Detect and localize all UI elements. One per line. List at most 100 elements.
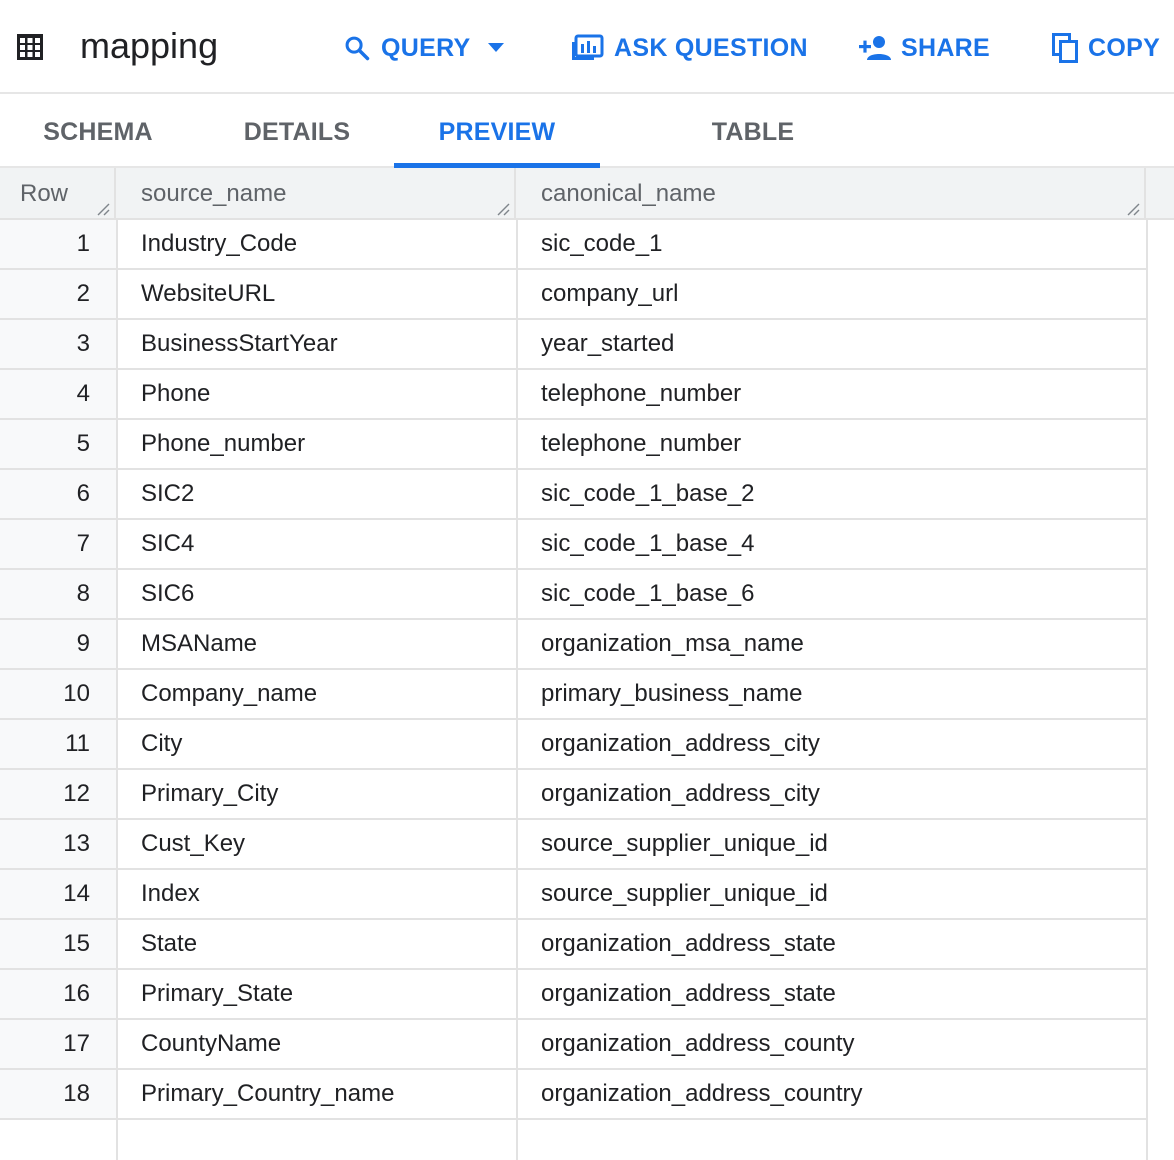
cell-canonical-name[interactable]: source_supplier_unique_id	[541, 820, 828, 868]
column-resize-handle[interactable]	[496, 202, 510, 216]
row-number: 8	[0, 570, 116, 618]
cell-source-name[interactable]: Cust_Key	[141, 820, 245, 868]
cell-source-name[interactable]: Company_name	[141, 670, 317, 718]
table-header-row: Row source_name canonical_name	[0, 168, 1174, 220]
table-row[interactable]: 11 City organization_address_city	[0, 720, 1146, 770]
table-row[interactable]: 14 Index source_supplier_unique_id	[0, 870, 1146, 920]
cell-canonical-name[interactable]: sic_code_1_base_4	[541, 520, 755, 568]
copy-label: COPY	[1088, 33, 1161, 62]
cell-source-name[interactable]: Phone	[141, 370, 210, 418]
row-number: 2	[0, 270, 116, 318]
table-row[interactable]: 12 Primary_City organization_address_city	[0, 770, 1146, 820]
cell-source-name[interactable]: Phone_number	[141, 420, 305, 468]
tab-bar: SCHEMA DETAILS PREVIEW TABLE EXPLORER	[0, 94, 1174, 222]
cell-source-name[interactable]: Primary_City	[141, 770, 278, 818]
row-number: 10	[0, 670, 116, 718]
person-add-icon	[859, 36, 891, 60]
share-label: SHARE	[901, 33, 991, 62]
table-row[interactable]: 17 CountyName organization_address_county	[0, 1020, 1146, 1070]
cell-canonical-name[interactable]: year_started	[541, 320, 674, 368]
cell-source-name[interactable]: State	[141, 920, 197, 968]
table-row[interactable]: 18 Primary_Country_name organization_addre…	[0, 1070, 1146, 1120]
table-row[interactable]: 9 MSAName organization_msa_name	[0, 620, 1146, 670]
query-button[interactable]: QUERY	[343, 30, 505, 66]
cell-canonical-name[interactable]: organization_address_state	[541, 970, 836, 1018]
cell-canonical-name[interactable]: organization_address_state	[541, 920, 836, 968]
table-row[interactable]: 3 BusinessStartYear year_started	[0, 320, 1146, 370]
row-number: 18	[0, 1070, 116, 1118]
cell-canonical-name[interactable]: telephone_number	[541, 370, 741, 418]
cell-source-name[interactable]: MSAName	[141, 620, 257, 668]
tab-table-explorer[interactable]: TABLE EXPLORER	[640, 94, 866, 222]
table-row[interactable]: 16 Primary_State organization_address_stat…	[0, 970, 1146, 1020]
table-row[interactable]: 10 Company_name primary_business_name	[0, 670, 1146, 720]
table-row[interactable]: 5 Phone_number telephone_number	[0, 420, 1146, 470]
row-number: 9	[0, 620, 116, 668]
share-button[interactable]: SHARE	[859, 30, 990, 66]
column-divider	[1146, 220, 1148, 1160]
cell-source-name[interactable]: City	[141, 720, 182, 768]
column-resize-handle[interactable]	[1126, 202, 1140, 216]
chevron-down-icon[interactable]	[488, 43, 505, 53]
cell-source-name[interactable]: Primary_State	[141, 970, 293, 1018]
cell-canonical-name[interactable]: sic_code_1_base_2	[541, 470, 755, 518]
cell-source-name[interactable]: SIC4	[141, 520, 194, 568]
column-header-source-name: source_name	[116, 168, 516, 218]
column-header-source-name-label: source_name	[141, 180, 287, 207]
table-icon	[17, 34, 43, 60]
cell-canonical-name[interactable]: primary_business_name	[541, 670, 802, 718]
ask-question-label: ASK QUESTION	[614, 33, 808, 62]
cell-canonical-name[interactable]: organization_address_county	[541, 1020, 855, 1068]
table-row[interactable]: 2 WebsiteURL company_url	[0, 270, 1146, 320]
cell-canonical-name[interactable]: sic_code_1	[541, 220, 662, 268]
tab-preview[interactable]: PREVIEW	[394, 94, 600, 166]
row-number: 7	[0, 520, 116, 568]
column-divider	[116, 220, 118, 1160]
table-row[interactable]: 8 SIC6 sic_code_1_base_6	[0, 570, 1146, 620]
table-row[interactable]: 1 Industry_Code sic_code_1	[0, 220, 1146, 270]
table-row[interactable]: 4 Phone telephone_number	[0, 370, 1146, 420]
query-button-label: QUERY	[381, 33, 471, 62]
cell-source-name[interactable]: SIC2	[141, 470, 194, 518]
row-number: 14	[0, 870, 116, 918]
cell-source-name[interactable]: CountyName	[141, 1020, 281, 1068]
row-number: 13	[0, 820, 116, 868]
table-row[interactable]: 15 State organization_address_state	[0, 920, 1146, 970]
cell-canonical-name[interactable]: source_supplier_unique_id	[541, 870, 828, 918]
copy-button[interactable]: COPY	[1052, 30, 1160, 66]
column-header-row-label: Row	[20, 180, 69, 207]
table-row[interactable]: 6 SIC2 sic_code_1_base_2	[0, 470, 1146, 520]
cell-canonical-name[interactable]: organization_address_country	[541, 1070, 863, 1118]
column-header-canonical-name-label: canonical_name	[541, 180, 716, 207]
cell-source-name[interactable]: Primary_Country_name	[141, 1070, 394, 1118]
cell-source-name[interactable]: SIC6	[141, 570, 194, 618]
table-header-bar: mapping QUERY ASK QUESTION SHARE COPY	[0, 0, 1174, 94]
insights-chart-icon	[572, 34, 604, 60]
column-resize-handle[interactable]	[96, 202, 110, 216]
page-title: mapping	[80, 25, 219, 66]
cell-canonical-name[interactable]: sic_code_1_base_6	[541, 570, 755, 618]
cell-canonical-name[interactable]: organization_address_city	[541, 720, 820, 768]
cell-source-name[interactable]: WebsiteURL	[141, 270, 275, 318]
ask-question-button[interactable]: ASK QUESTION	[572, 30, 808, 66]
column-header-row: Row	[0, 168, 116, 218]
cell-canonical-name[interactable]: organization_msa_name	[541, 620, 804, 668]
cell-source-name[interactable]: Index	[141, 870, 200, 918]
cell-source-name[interactable]: Industry_Code	[141, 220, 297, 268]
cell-canonical-name[interactable]: company_url	[541, 270, 678, 318]
cell-canonical-name[interactable]: telephone_number	[541, 420, 741, 468]
tab-details[interactable]: DETAILS	[238, 94, 356, 166]
row-number: 16	[0, 970, 116, 1018]
table-row[interactable]: 7 SIC4 sic_code_1_base_4	[0, 520, 1146, 570]
row-number: 15	[0, 920, 116, 968]
cell-source-name[interactable]: BusinessStartYear	[141, 320, 338, 368]
row-number: 6	[0, 470, 116, 518]
table-row[interactable]: 13 Cust_Key source_supplier_unique_id	[0, 820, 1146, 870]
search-icon	[345, 36, 370, 61]
row-number: 4	[0, 370, 116, 418]
tab-schema[interactable]: SCHEMA	[40, 94, 156, 166]
column-header-canonical-name: canonical_name	[516, 168, 1146, 218]
cell-canonical-name[interactable]: organization_address_city	[541, 770, 820, 818]
row-number: 17	[0, 1020, 116, 1068]
row-number: 3	[0, 320, 116, 368]
